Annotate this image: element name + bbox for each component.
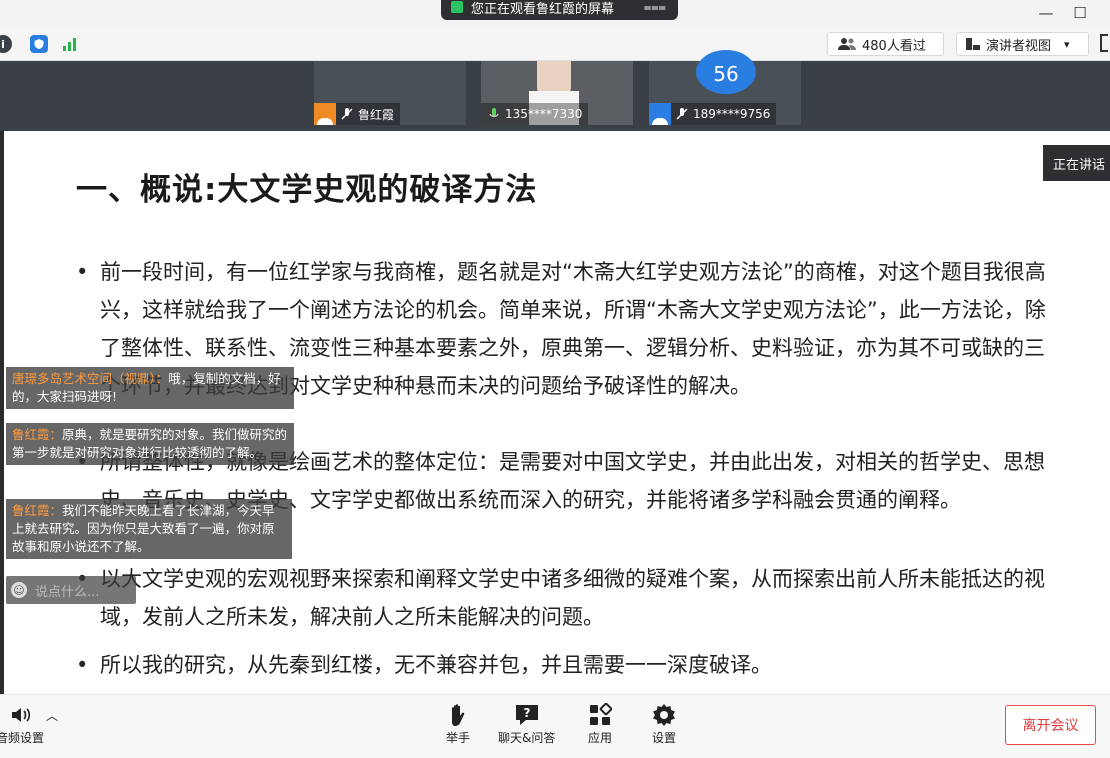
sharing-indicator-icon <box>451 1 463 13</box>
avatar-icon <box>649 103 671 125</box>
participant-name: 135****7330 <box>505 107 583 121</box>
title-bar: 您正在观看鲁红霞的屏幕 ⩶ — ☐ <box>0 0 1110 26</box>
chat-input[interactable]: ☺ 说点什么... <box>6 576 136 604</box>
video-tile-label: 189****9756 <box>649 103 777 125</box>
mic-muted-icon <box>676 108 688 120</box>
chat-qa-button[interactable]: ? 聊天&问答 <box>498 701 555 746</box>
chat-input-placeholder: 说点什么... <box>35 584 100 600</box>
presenter-view-label: 演讲者视图 <box>986 38 1052 54</box>
apps-label: 应用 <box>587 731 612 745</box>
viewer-count-label: 480人看过 <box>862 38 926 54</box>
chevron-down-icon: ▾ <box>1064 37 1070 51</box>
maximize-button[interactable]: ☐ <box>1064 0 1096 26</box>
apps-grid-icon <box>590 703 612 725</box>
meeting-toolbar: i 480人看过 演讲者视图 ▾ <box>0 26 1110 61</box>
share-banner-text: 您正在观看鲁红霞的屏幕 <box>471 1 615 17</box>
raise-hand-label: 举手 <box>445 731 470 745</box>
menu-icon[interactable]: ⩶ <box>644 0 666 15</box>
video-strip: 鲁红霞 135****7330 189****9756 <box>0 61 1110 131</box>
chevron-up-icon[interactable]: ︿ <box>46 707 58 724</box>
chat-message: 鲁红霞：原典，就是要研究的对象。我们做研究的第一步就是对研究对象进行比较透彻的了… <box>6 423 294 465</box>
info-icon[interactable]: i <box>0 35 12 53</box>
leave-meeting-button[interactable]: 离开会议 <box>1005 705 1096 745</box>
gear-icon <box>653 704 675 726</box>
layout-icon <box>966 38 980 50</box>
chat-sender: 鲁红霞： <box>12 427 63 442</box>
slide-bullet: •以大文学史观的宏观视野来探索和阐释文学史中诸多细微的疑难个案，从而探索出前人所… <box>76 567 1045 629</box>
shield-icon[interactable] <box>30 35 48 53</box>
video-tile[interactable]: 135****7330 <box>481 61 633 125</box>
presenter-view-dropdown[interactable]: 演讲者视图 ▾ <box>956 32 1089 56</box>
audio-settings-label: 音频设置 <box>0 731 45 745</box>
video-tile-label: 135****7330 <box>481 103 589 125</box>
hand-icon <box>452 704 465 726</box>
chat-sender: 唐璟多岛艺术空间（视鼎）： <box>12 371 169 386</box>
minimize-button[interactable]: — <box>1030 0 1062 26</box>
settings-label: 设置 <box>651 731 676 745</box>
video-tile-label: 鲁红霞 <box>314 103 401 125</box>
fullscreen-icon[interactable] <box>1100 34 1108 52</box>
avatar-icon <box>314 103 336 125</box>
screen-share-banner[interactable]: 您正在观看鲁红霞的屏幕 ⩶ <box>441 0 678 20</box>
emoji-icon[interactable]: ☺ <box>11 582 27 598</box>
speaker-icon <box>12 708 31 722</box>
chat-sender: 鲁红霞： <box>12 503 63 518</box>
participant-avatar-badge: 56 <box>696 50 756 94</box>
speaking-indicator: 正在讲话 <box>1043 145 1110 181</box>
settings-button[interactable]: 设置 <box>650 701 678 746</box>
chat-message: 唐璟多岛艺术空间（视鼎）：哦，复制的文档，好的，大家扫码进呀! <box>6 367 294 409</box>
raise-hand-button[interactable]: 举手 <box>444 701 472 746</box>
apps-button[interactable]: 应用 <box>586 701 614 746</box>
slide-title: 一、概说:大文学史观的破译方法 <box>76 172 538 208</box>
participant-name: 189****9756 <box>693 107 771 121</box>
mic-icon <box>489 108 499 117</box>
shared-slide: 一、概说:大文学史观的破译方法 • 前一段时间，有一位红学家与我商榷，题名就是对“… <box>0 131 1110 694</box>
chat-question-icon: ? <box>515 705 538 725</box>
bottom-control-bar: ︿ 音频设置 举手 ? 聊天&问答 应用 设置 离开会议 <box>0 694 1110 758</box>
chat-message: 鲁红霞：我们不能昨天晚上看了长津湖，今天早上就去研究。因为你只是大致看了一遍，你… <box>6 499 292 559</box>
signal-strength-icon[interactable] <box>62 35 80 53</box>
audio-settings-button[interactable]: ︿ 音频设置 <box>0 701 58 746</box>
chat-qa-label: 聊天&问答 <box>498 731 556 745</box>
svg-text:?: ? <box>523 706 530 720</box>
video-tile[interactable]: 鲁红霞 <box>314 61 466 125</box>
people-icon <box>838 38 856 50</box>
mic-muted-icon <box>341 108 353 120</box>
slide-bullet: • 所以我的研究，从先秦到红楼，无不兼容并包，并且需要一一深度破译。 <box>76 653 772 677</box>
participant-name: 鲁红霞 <box>358 107 395 122</box>
viewer-count-button[interactable]: 480人看过 <box>827 32 944 56</box>
